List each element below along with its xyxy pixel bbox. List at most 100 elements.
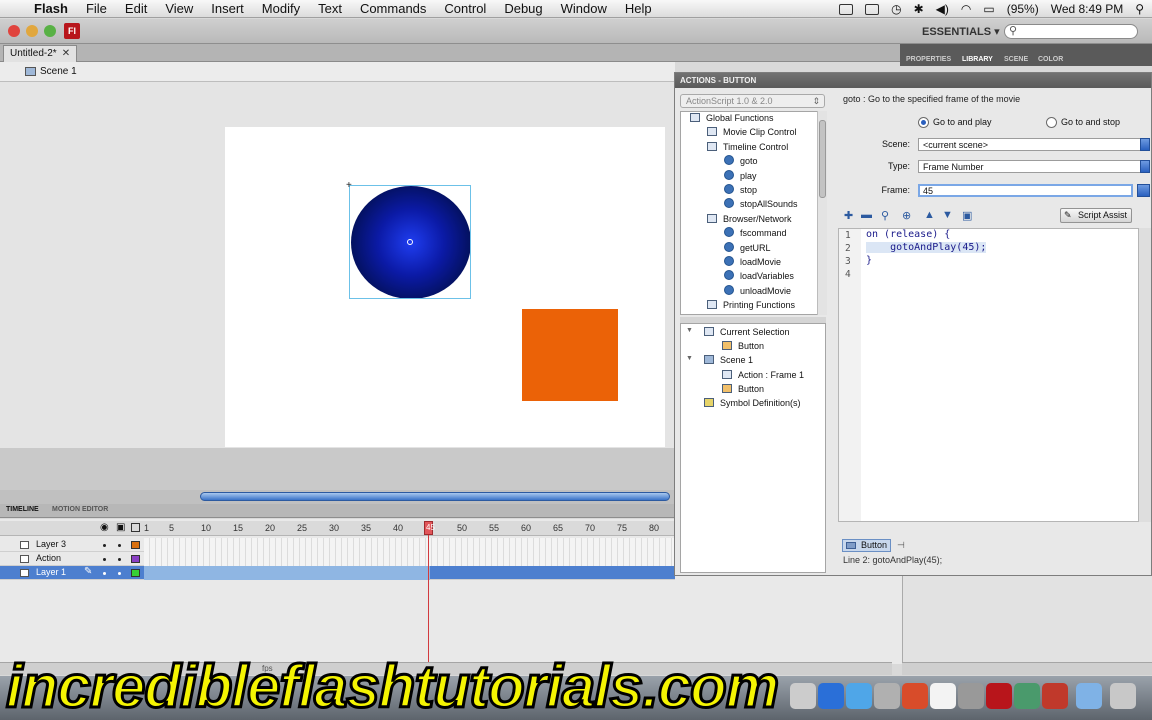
nav-scene-1[interactable]: Scene 1 (704, 353, 753, 367)
code-line-selected[interactable]: gotoAndPlay(45); (866, 242, 987, 253)
outline-icon[interactable] (131, 523, 140, 532)
go-to-and-play-label[interactable]: Go to and play (933, 117, 992, 127)
camera-icon[interactable] (839, 3, 854, 15)
menu-modify[interactable]: Modify (262, 1, 300, 16)
lock-dot[interactable] (118, 544, 121, 547)
layer-name[interactable]: Action (36, 553, 61, 563)
layer-name[interactable]: Layer 1 (36, 567, 66, 577)
menu-window[interactable]: Window (561, 1, 607, 16)
tab-scene[interactable]: SCENE (1004, 56, 1028, 63)
menu-text[interactable]: Text (318, 1, 342, 16)
bluetooth-icon[interactable]: ✱ (914, 2, 924, 16)
toolbox-fscommand[interactable]: fscommand (724, 226, 787, 240)
dock-app-icon[interactable] (1042, 683, 1068, 709)
minimize-window-button[interactable] (26, 25, 38, 37)
nav-button[interactable]: Button (722, 339, 764, 353)
layer-row-layer3[interactable]: Layer 3 (0, 538, 675, 552)
code-line[interactable]: } (866, 255, 872, 266)
orange-square-shape[interactable] (522, 309, 618, 401)
script-assist-button[interactable]: ✎ Script Assist (1060, 208, 1132, 223)
toolbox-browser-network[interactable]: Browser/Network (707, 212, 792, 226)
toolbox-stopallsounds[interactable]: stopAllSounds (724, 197, 798, 211)
outline-color-swatch[interactable] (131, 569, 140, 577)
toolbox-movie-clip-control[interactable]: Movie Clip Control (707, 125, 797, 139)
nav-symbol-definitions[interactable]: Symbol Definition(s) (704, 396, 801, 410)
menu-debug[interactable]: Debug (504, 1, 542, 16)
layer-row-layer1[interactable]: Layer 1 ✎ (0, 566, 675, 580)
dock-folder-icon[interactable] (1076, 683, 1102, 709)
layer-frames[interactable] (144, 566, 430, 580)
find-icon[interactable]: ⚲ (881, 209, 889, 222)
dock-app-icon[interactable] (1014, 683, 1040, 709)
menu-help[interactable]: Help (625, 1, 652, 16)
menu-view[interactable]: View (165, 1, 193, 16)
toolbox-timeline-control[interactable]: Timeline Control (707, 140, 788, 154)
toolbox-printing-functions[interactable]: Printing Functions (707, 298, 795, 312)
workspace-switcher[interactable]: ESSENTIALS ▾ (922, 25, 1000, 38)
frame-input[interactable]: 45 (918, 184, 1133, 197)
volume-icon[interactable]: ◀) (936, 2, 949, 16)
actions-panel-title[interactable]: ACTIONS - BUTTON (675, 73, 1151, 88)
go-to-and-stop-radio[interactable] (1046, 117, 1057, 128)
collapse-triangle-icon[interactable]: ▼ (686, 327, 693, 334)
editor-scrollbar[interactable] (1139, 228, 1151, 522)
zoom-window-button[interactable] (44, 25, 56, 37)
script-editor[interactable] (838, 228, 1139, 522)
eye-icon[interactable]: ◉ (100, 522, 109, 533)
visibility-dot[interactable] (103, 544, 106, 547)
layer-name[interactable]: Layer 3 (36, 539, 66, 549)
tab-library[interactable]: LIBRARY (962, 56, 993, 63)
dock-app-icon[interactable] (902, 683, 928, 709)
menu-control[interactable]: Control (444, 1, 486, 16)
tab-timeline[interactable]: TIMELINE (6, 506, 39, 513)
toolbox-play[interactable]: play (724, 169, 757, 183)
menu-insert[interactable]: Insert (211, 1, 244, 16)
dock-app-icon[interactable] (790, 683, 816, 709)
layer-row-action[interactable]: Action (0, 552, 675, 566)
frame-dropdown-button[interactable] (1137, 184, 1150, 197)
tab-motion-editor[interactable]: MOTION EDITOR (52, 506, 108, 513)
toolbox-goto[interactable]: goto (724, 154, 758, 168)
code-line[interactable]: on (release) { (866, 229, 950, 240)
layer-frames[interactable] (144, 538, 675, 552)
dock-app-icon[interactable] (846, 683, 872, 709)
tab-color[interactable]: COLOR (1038, 56, 1063, 63)
chevron-down-icon[interactable] (1140, 138, 1150, 151)
close-window-button[interactable] (8, 25, 20, 37)
library-scrollbar[interactable] (902, 662, 1152, 675)
lock-dot[interactable] (118, 572, 121, 575)
visibility-dot[interactable] (103, 558, 106, 561)
menubar-clock[interactable]: Wed 8:49 PM (1051, 2, 1123, 16)
chevron-down-icon[interactable] (1140, 160, 1150, 173)
lock-dot[interactable] (118, 558, 121, 561)
target-path-icon[interactable]: ⊕ (902, 209, 911, 222)
collapse-triangle-icon[interactable]: ▼ (686, 355, 693, 362)
toolbox-scroll-thumb[interactable] (819, 120, 826, 198)
nav-current-selection[interactable]: Current Selection (704, 325, 790, 339)
actionscript-version-select[interactable]: ActionScript 1.0 & 2.0 ⇕ (680, 94, 825, 108)
nav-action-frame-1[interactable]: Action : Frame 1 (722, 368, 804, 382)
toolbox-global-functions[interactable]: Global Functions (690, 111, 774, 125)
move-up-icon[interactable]: ▲ (924, 209, 935, 221)
dock-app-icon[interactable] (874, 683, 900, 709)
dock-flash-icon[interactable] (986, 683, 1012, 709)
close-icon[interactable]: ✕ (62, 48, 70, 59)
dock-trash-icon[interactable] (1110, 683, 1136, 709)
dock-calendar-icon[interactable] (930, 683, 956, 709)
timemachine-icon[interactable]: ◷ (891, 2, 901, 16)
add-statement-icon[interactable]: ✚ (844, 209, 853, 222)
toolbox-loadmovie[interactable]: loadMovie (724, 255, 781, 269)
toolbox-unloadmovie[interactable]: unloadMovie (724, 284, 791, 298)
lock-icon[interactable]: ▣ (116, 522, 125, 533)
transform-point-icon[interactable] (407, 239, 413, 245)
pin-script-icon[interactable]: ⊣ (897, 540, 905, 551)
menu-app-name[interactable]: Flash (34, 1, 68, 16)
spotlight-icon[interactable]: ⚲ (1135, 2, 1144, 16)
dock-app-icon[interactable] (958, 683, 984, 709)
outline-color-swatch[interactable] (131, 555, 140, 563)
screen-icon[interactable] (865, 3, 880, 15)
toolbox-stop[interactable]: stop (724, 183, 757, 197)
battery-icon[interactable]: ▭ (983, 2, 994, 16)
tab-properties[interactable]: PROPERTIES (906, 56, 951, 63)
move-down-icon[interactable]: ▼ (942, 209, 953, 221)
